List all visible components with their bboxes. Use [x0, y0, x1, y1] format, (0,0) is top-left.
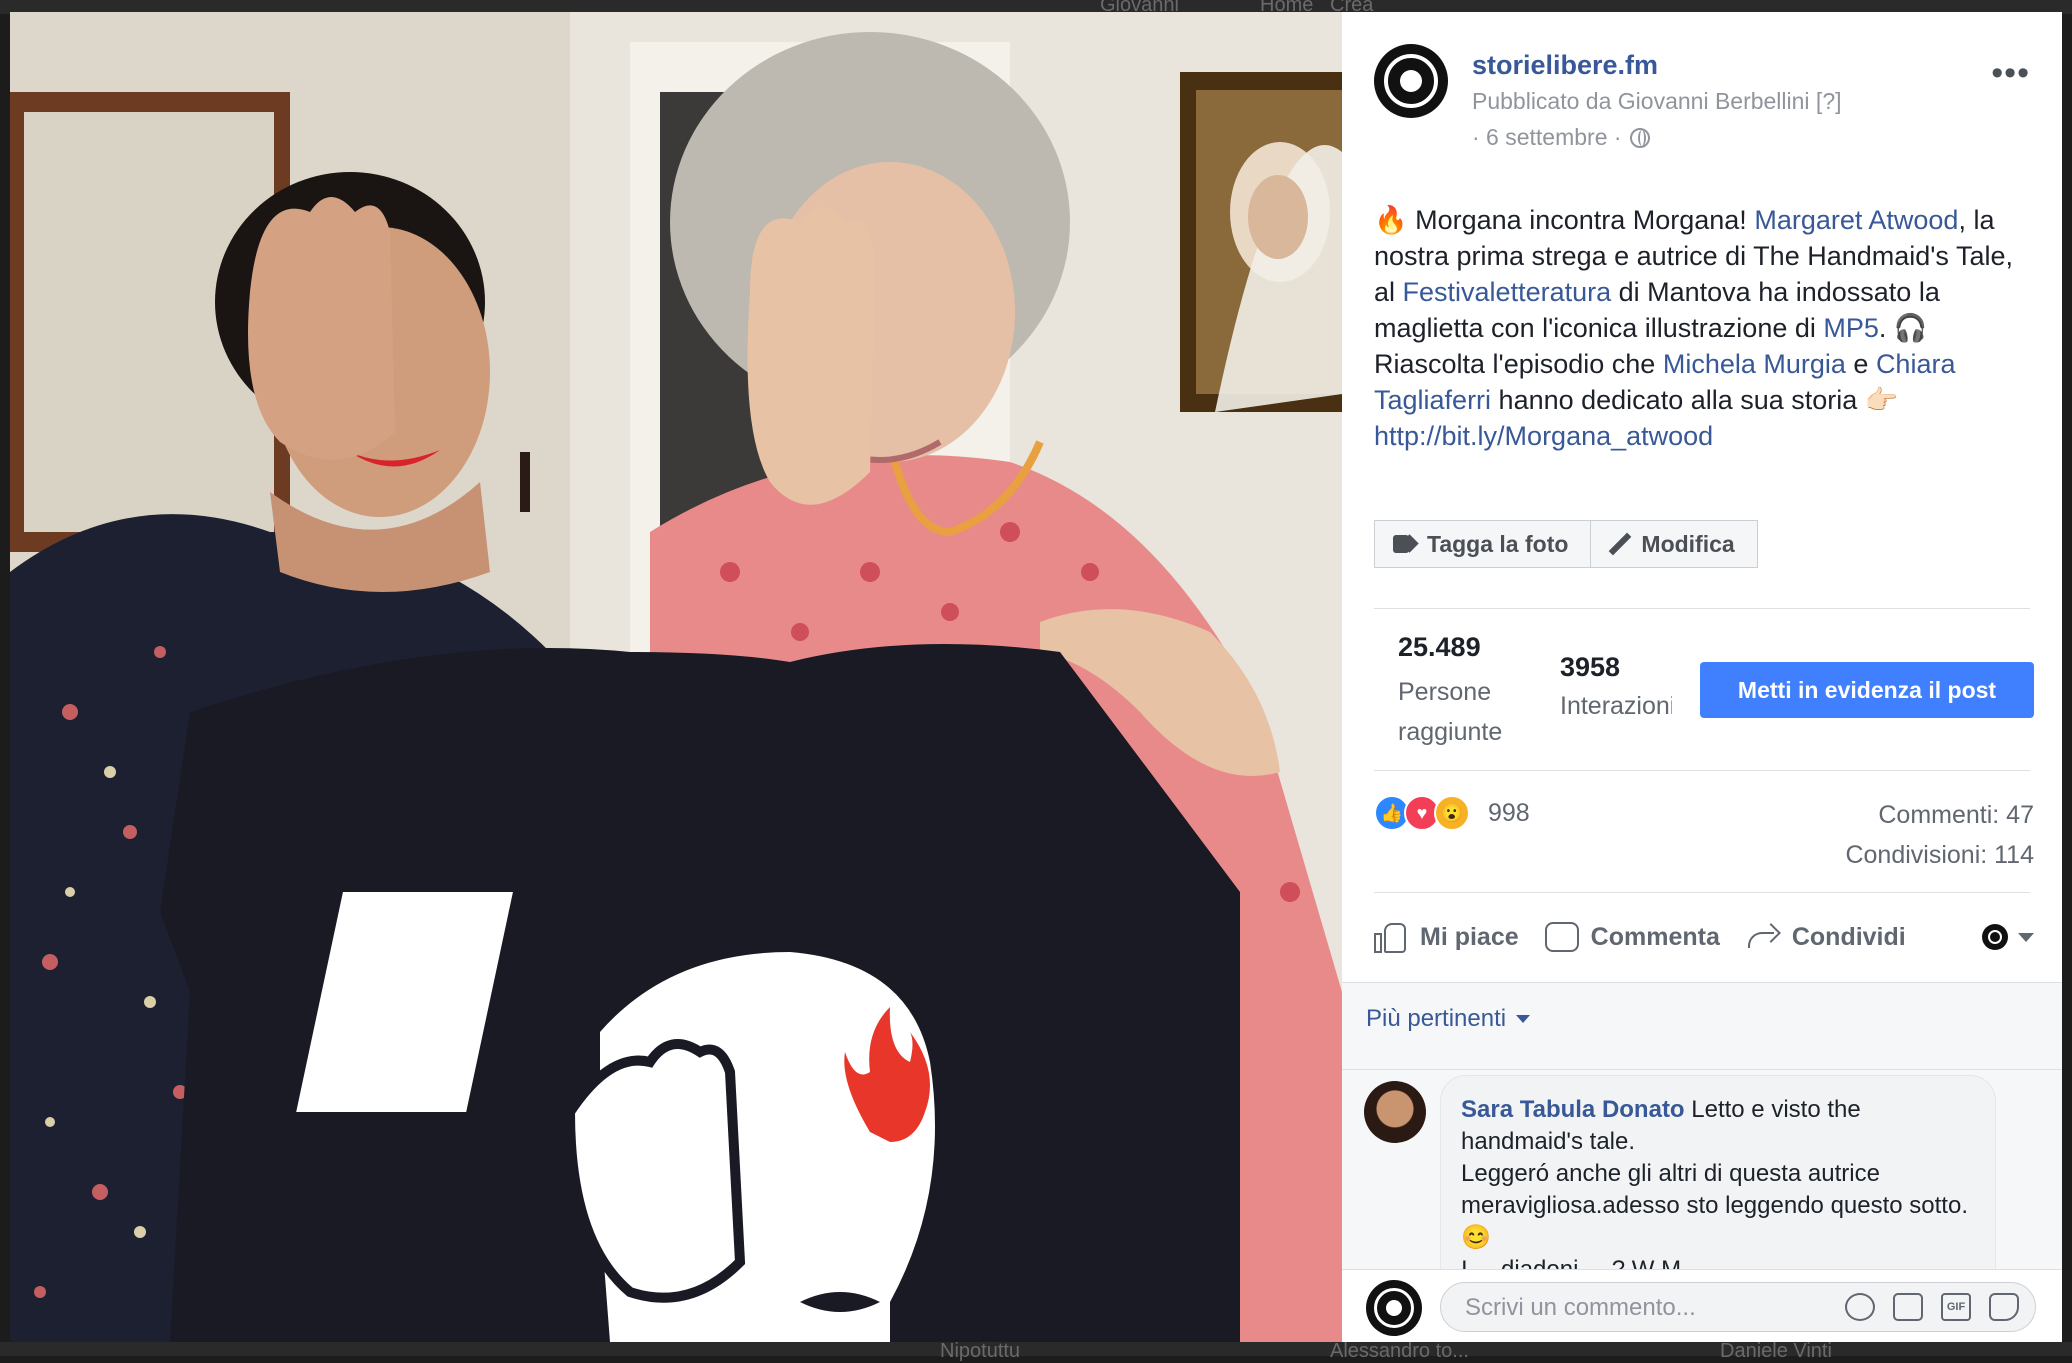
edit-label: Modifica [1641, 530, 1735, 557]
shares-count[interactable]: Condivisioni: 114 [1845, 841, 2034, 870]
comment-input[interactable]: Scrivi un commento... GIF [1440, 1282, 2036, 1332]
reach-label: Persone raggiunte [1398, 678, 1503, 746]
post-text-segment: Morgana incontra Morgana! [1407, 205, 1755, 235]
post-side-panel: storielibere.fm Pubblicato da Giovanni B… [1342, 12, 2062, 1342]
background-label: Nipotuttu [940, 1340, 1021, 1362]
divider [1342, 1069, 2062, 1070]
comment-sort-dropdown[interactable]: Più pertinenti [1366, 1005, 1531, 1033]
post-action-bar: Mi piace Commenta Condividi [1374, 905, 2034, 969]
comment-icon [1544, 922, 1579, 952]
fire-emoji: 🔥 [1374, 205, 1408, 235]
gif-icon[interactable]: GIF [1941, 1293, 1971, 1321]
mention-margaret-atwood[interactable]: Margaret Atwood [1754, 205, 1958, 235]
comment-placeholder: Scrivi un commento... [1465, 1294, 1696, 1321]
mention-mp5[interactable]: MP5 [1823, 313, 1879, 343]
post-text-segment: e [1845, 349, 1876, 379]
post-photo[interactable] [10, 12, 1342, 1342]
composer-icons: GIF [1845, 1293, 2019, 1321]
comment-bubble: Sara Tabula Donato Letto e visto the han… [1440, 1075, 1996, 1273]
commenter-avatar[interactable] [1364, 1081, 1426, 1143]
composer-avatar[interactable] [1366, 1280, 1422, 1336]
page-logo-icon [1384, 54, 1438, 108]
published-by: Pubblicato da Giovanni Berbellini [?] [1472, 88, 1842, 114]
episode-link[interactable]: http://bit.ly/Morgana_atwood [1374, 421, 1713, 451]
page-logo-icon [1374, 1288, 1414, 1328]
page-avatar[interactable] [1374, 44, 1448, 118]
comments-count[interactable]: Commenti: 47 [1878, 801, 2034, 830]
comment-author-link[interactable]: Sara Tabula Donato [1461, 1096, 1685, 1123]
comment-button[interactable]: Commenta [1544, 922, 1720, 952]
background-label: Daniele Vinti [1720, 1340, 1832, 1362]
tag-photo-button[interactable]: Tagga la foto [1374, 520, 1592, 568]
edit-button[interactable]: Modifica [1591, 520, 1758, 568]
photo-actions: Tagga la foto Modifica [1374, 520, 1758, 568]
act-as-page-selector[interactable] [1982, 924, 2034, 950]
comments-section: Più pertinenti Sara Tabula Donato Letto … [1342, 982, 2062, 1273]
post-insights: 25.489 Persone raggiunte 3958 Interazion… [1374, 612, 2034, 762]
photo-illustration [10, 12, 1342, 1342]
sticker-icon[interactable] [1989, 1293, 2019, 1321]
comment-body: Leggeró anche gli altri di questa autric… [1461, 1160, 1968, 1251]
thumbs-up-icon [1374, 921, 1408, 953]
page-name-link[interactable]: storielibere.fm [1472, 50, 1658, 81]
engagement-label: Interazioni [1560, 692, 1672, 720]
globe-icon [1629, 127, 1650, 148]
background-page-bottom: Nipotuttu Alessandro to... Daniele Vinti [0, 1340, 2072, 1362]
reactions-summary: 👍 ♥ 😮 998 Commenti: 47 Condivisioni: 114 [1374, 787, 2034, 877]
reaction-icons[interactable]: 👍 ♥ 😮 [1374, 795, 1470, 831]
like-label: Mi piace [1420, 922, 1519, 951]
page-avatar-small [1982, 924, 2008, 950]
comment-text: Sara Tabula Donato Letto e visto the han… [1461, 1094, 1981, 1273]
comment-composer: Scrivi un commento... GIF [1342, 1269, 2062, 1342]
divider [1374, 608, 2030, 609]
wow-reaction-icon: 😮 [1434, 795, 1470, 831]
chevron-down-icon [2018, 932, 2034, 942]
left-woman-hand [248, 197, 395, 460]
share-button[interactable]: Condividi [1746, 922, 1906, 952]
post-text-segment: hanno dedicato alla sua storia 👉🏻 [1491, 385, 1899, 415]
share-icon [1746, 922, 1780, 952]
tag-photo-label: Tagga la foto [1427, 530, 1569, 557]
post-date-text: · 6 settembre · [1472, 124, 1622, 150]
more-options-icon[interactable]: ••• [1991, 54, 2030, 93]
tag-icon [1393, 533, 1417, 555]
post-date[interactable]: · 6 settembre · [1472, 124, 1650, 151]
divider [1374, 770, 2030, 771]
background-label: Alessandro to... [1330, 1340, 1469, 1362]
pencil-icon [1609, 533, 1631, 555]
engagement-value[interactable]: 3958 [1560, 652, 1620, 683]
boost-post-button[interactable]: Metti in evidenza il post [1700, 662, 2034, 718]
reach-value[interactable]: 25.489 [1398, 632, 1481, 663]
like-button[interactable]: Mi piace [1374, 921, 1519, 953]
divider [1374, 892, 2030, 893]
share-label: Condividi [1791, 922, 1906, 951]
mention-festivaletteratura[interactable]: Festivaletteratura [1403, 277, 1612, 307]
camera-icon[interactable] [1893, 1293, 1923, 1321]
mention-michela-murgia[interactable]: Michela Murgia [1663, 349, 1846, 379]
post-message: 🔥 Morgana incontra Morgana! Margaret Atw… [1374, 202, 2034, 454]
photo-lightbox: storielibere.fm Pubblicato da Giovanni B… [10, 12, 2062, 1342]
caret-down-icon [1516, 1015, 1531, 1023]
comment-label: Commenta [1590, 922, 1720, 951]
right-woman-hand [747, 207, 875, 505]
sort-label: Più pertinenti [1366, 1005, 1507, 1032]
post-header: storielibere.fm Pubblicato da Giovanni B… [1374, 44, 2030, 154]
emoji-icon[interactable] [1845, 1293, 1875, 1321]
reactions-count[interactable]: 998 [1488, 799, 1530, 828]
